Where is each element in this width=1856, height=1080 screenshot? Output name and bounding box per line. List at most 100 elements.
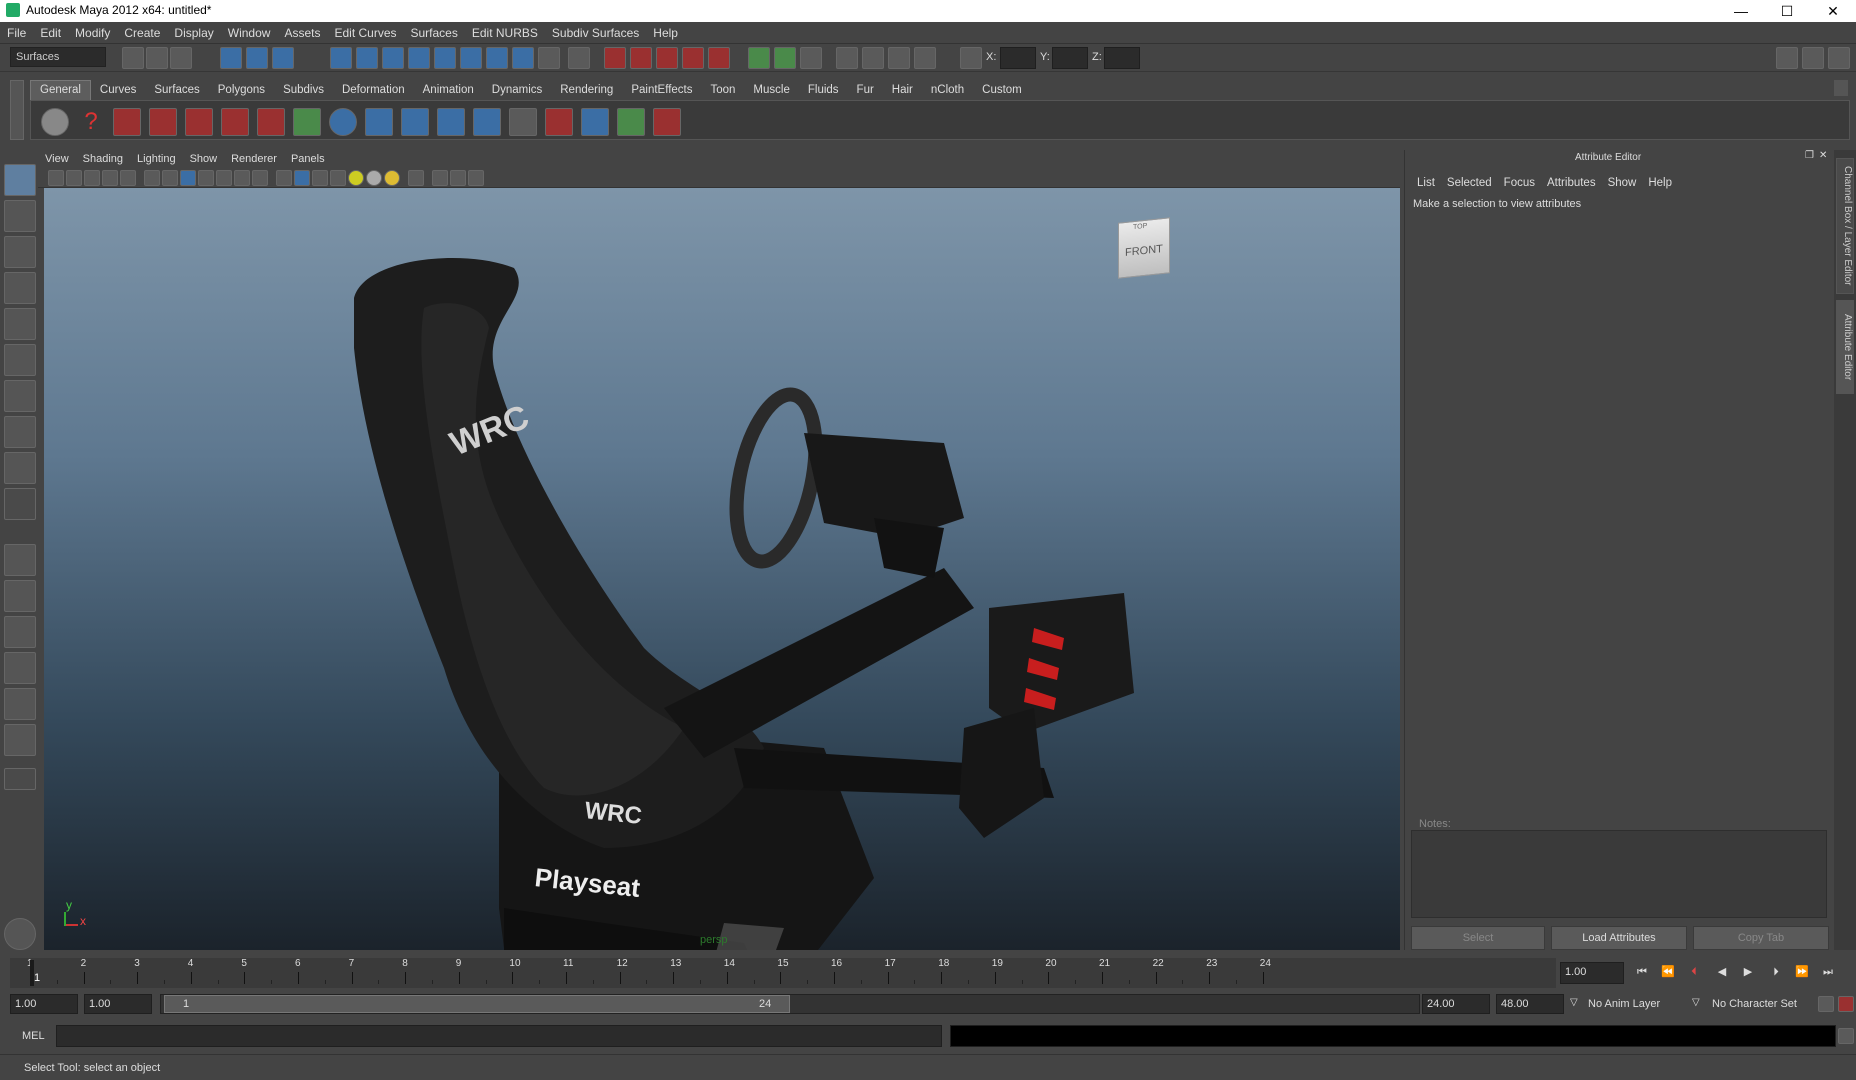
shelf-tab-dynamics[interactable]: Dynamics	[483, 81, 551, 100]
universal-manipulator-icon[interactable]	[4, 380, 36, 412]
menu-edit-curves[interactable]: Edit Curves	[327, 22, 403, 44]
move-tool-icon[interactable]	[4, 272, 36, 304]
film-reel-icon[interactable]	[41, 108, 69, 136]
step-forward-frame-icon[interactable]: ⏵	[1766, 962, 1786, 982]
go-to-start-icon[interactable]: ⏮	[1632, 962, 1652, 982]
shelf-tab-animation[interactable]: Animation	[414, 81, 483, 100]
attr-menu-show[interactable]: Show	[1602, 172, 1643, 194]
menu-assets[interactable]: Assets	[277, 22, 327, 44]
soft-modification-icon[interactable]	[4, 416, 36, 448]
range-slider-handle[interactable]: 1 24	[164, 995, 790, 1013]
shelf-tab-polygons[interactable]: Polygons	[209, 81, 274, 100]
attr-menu-help[interactable]: Help	[1642, 172, 1678, 194]
time-slider[interactable]: 123456789101112131415161718192021222324 …	[10, 958, 1556, 988]
view-cube[interactable]: TOP FRONT	[1118, 217, 1170, 279]
input-operations-icon[interactable]	[748, 47, 770, 69]
shelf-menu-icon[interactable]	[10, 80, 24, 140]
snap-to-view-planes-icon[interactable]	[682, 47, 704, 69]
wireframe-on-shaded-icon[interactable]	[312, 170, 328, 186]
open-scene-icon[interactable]	[146, 47, 168, 69]
playback-end-field[interactable]: 24.00	[1422, 994, 1490, 1014]
menu-modify[interactable]: Modify	[68, 22, 117, 44]
arrow-tool-icon[interactable]	[293, 108, 321, 136]
scale-tool-icon[interactable]	[4, 344, 36, 376]
isolate-select-icon[interactable]	[408, 170, 424, 186]
script-language-label[interactable]: MEL	[22, 1030, 45, 1042]
close-button[interactable]: ✕	[1810, 0, 1856, 22]
render-view-icon[interactable]	[836, 47, 858, 69]
panel-menu-lighting[interactable]: Lighting	[130, 150, 183, 168]
image-plane-icon[interactable]	[102, 170, 118, 186]
select-camera-icon[interactable]	[48, 170, 64, 186]
grid-icon[interactable]	[144, 170, 160, 186]
shelf-tab-custom[interactable]: Custom	[973, 81, 1031, 100]
shadows-icon[interactable]	[366, 170, 382, 186]
auto-key-icon[interactable]	[1818, 996, 1834, 1012]
render-layer-icon[interactable]	[617, 108, 645, 136]
select-curves-icon[interactable]	[382, 47, 404, 69]
film-gate-icon[interactable]	[162, 170, 178, 186]
outliner-layout-icon[interactable]	[4, 616, 36, 648]
show-manipulator-icon[interactable]	[4, 452, 36, 484]
copy-tab-button[interactable]: Copy Tab	[1693, 926, 1829, 950]
select-deformations-icon[interactable]	[434, 47, 456, 69]
play-forwards-icon[interactable]: ▶	[1738, 962, 1758, 982]
panel-menu-show[interactable]: Show	[183, 150, 225, 168]
shelf-tab-rendering[interactable]: Rendering	[551, 81, 622, 100]
snap-to-grids-icon[interactable]	[604, 47, 626, 69]
wireframe-icon[interactable]	[276, 170, 292, 186]
menu-surfaces[interactable]: Surfaces	[404, 22, 465, 44]
hud-icon[interactable]	[468, 170, 484, 186]
ipr-render-icon[interactable]	[888, 47, 910, 69]
move-tool-shelf-icon[interactable]	[149, 108, 177, 136]
textured-icon[interactable]	[330, 170, 346, 186]
playback-start-field[interactable]: 1.00	[84, 994, 152, 1014]
z-field[interactable]	[1104, 47, 1140, 69]
attr-menu-focus[interactable]: Focus	[1498, 172, 1541, 194]
select-button[interactable]: Select	[1411, 926, 1545, 950]
bookmarks-icon[interactable]	[84, 170, 100, 186]
script-editor-icon[interactable]	[1838, 1028, 1854, 1044]
lasso-tool-icon[interactable]	[4, 200, 36, 232]
select-dynamics-icon[interactable]	[460, 47, 482, 69]
shelf-tab-deformation[interactable]: Deformation	[333, 81, 414, 100]
output-operations-icon[interactable]	[774, 47, 796, 69]
select-rendering-icon[interactable]	[486, 47, 508, 69]
attr-menu-list[interactable]: List	[1411, 172, 1441, 194]
bind-skin-icon[interactable]	[473, 108, 501, 136]
step-forward-key-icon[interactable]: ⏩	[1792, 962, 1812, 982]
hypergraph-icon[interactable]	[545, 108, 573, 136]
show-channel-box-icon[interactable]	[1828, 47, 1850, 69]
smooth-shade-icon[interactable]	[294, 170, 310, 186]
y-field[interactable]	[1052, 47, 1088, 69]
panel-menu-renderer[interactable]: Renderer	[224, 150, 284, 168]
snap-to-curves-icon[interactable]	[630, 47, 652, 69]
rotate-tool-icon[interactable]	[4, 308, 36, 340]
animation-preferences-icon[interactable]	[1838, 996, 1854, 1012]
last-tool-icon[interactable]	[4, 488, 36, 520]
shelf-tab-surfaces[interactable]: Surfaces	[145, 81, 208, 100]
play-backwards-icon[interactable]: ◀	[1712, 962, 1732, 982]
anim-layer-dropdown-icon[interactable]: ▽	[1570, 997, 1578, 1008]
shelf-tab-toon[interactable]: Toon	[701, 81, 744, 100]
shelf-tab-subdivs[interactable]: Subdivs	[274, 81, 333, 100]
use-all-lights-icon[interactable]	[348, 170, 364, 186]
menu-display[interactable]: Display	[167, 22, 220, 44]
perspective-viewport[interactable]: WRC WRC Playseat TOP FRONT y x persp	[44, 188, 1400, 950]
step-back-frame-icon[interactable]: ⏴	[1684, 962, 1704, 982]
attr-menu-selected[interactable]: Selected	[1441, 172, 1498, 194]
menu-subdiv-surfaces[interactable]: Subdiv Surfaces	[545, 22, 646, 44]
current-time-field[interactable]: 1.00	[1560, 962, 1624, 984]
select-by-hierarchy-icon[interactable]	[220, 47, 242, 69]
layout-options-icon[interactable]	[4, 768, 36, 790]
char-set-dropdown-icon[interactable]: ▽	[1692, 997, 1700, 1008]
resolution-gate-icon[interactable]	[180, 170, 196, 186]
render-settings-icon[interactable]	[914, 47, 936, 69]
select-surfaces-icon[interactable]	[408, 47, 430, 69]
lighting-quality-icon[interactable]	[384, 170, 400, 186]
outliner-icon[interactable]	[509, 108, 537, 136]
attr-menu-attributes[interactable]: Attributes	[1541, 172, 1602, 194]
select-joints-icon[interactable]	[356, 47, 378, 69]
joint-tool-icon[interactable]	[365, 108, 393, 136]
paint-select-tool-icon[interactable]	[4, 236, 36, 268]
